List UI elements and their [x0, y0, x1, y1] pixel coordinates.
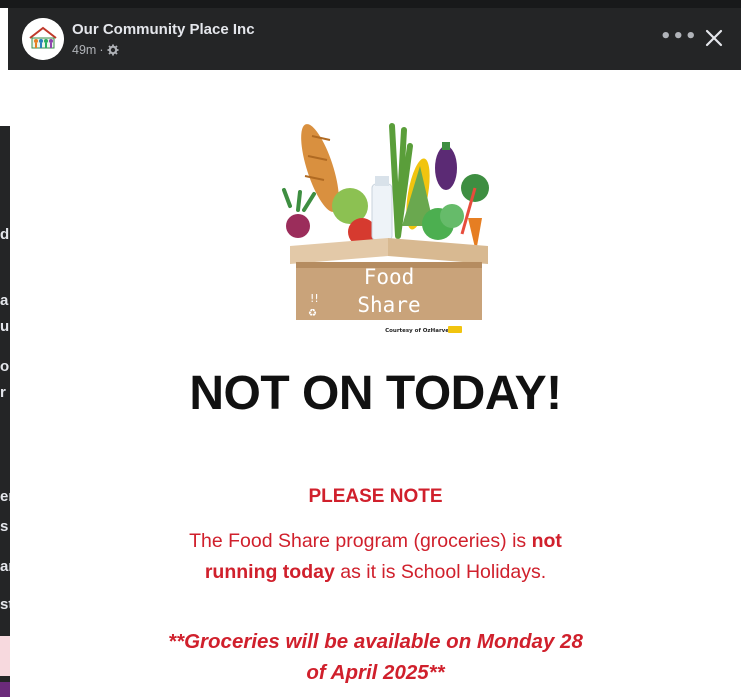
body-text-2: as it is School Holidays.: [334, 561, 547, 583]
logo-credit: Courtesy of OzHarvest: [385, 328, 455, 334]
gear-icon: [107, 44, 118, 56]
post-meta: 49m ·: [72, 43, 119, 57]
background-page-sliver: d a ul o r er s ar st: [0, 126, 10, 697]
bg-text: a: [0, 292, 9, 309]
bg-text: ul: [0, 318, 10, 335]
bg-text: er: [0, 488, 10, 505]
body-bold-running: running today: [204, 561, 335, 583]
availability-line-2: of April 2025**: [306, 661, 445, 684]
top-strip: [0, 0, 741, 8]
close-icon: [705, 29, 723, 47]
bg-purple-block: [0, 682, 10, 697]
grocery-box-icon: Food Share !! ♻ Courtesy of OzHarvest: [282, 123, 489, 334]
availability-line-1: **Groceries will be available on Monday …: [168, 630, 583, 653]
bg-text: r: [0, 384, 6, 401]
meta-separator: ·: [99, 43, 104, 57]
post-time[interactable]: 49m: [72, 43, 96, 57]
bg-pink-block: [0, 636, 10, 676]
bg-text: ar: [0, 558, 10, 575]
avatar[interactable]: [22, 18, 64, 60]
community-logo-icon: [22, 18, 64, 60]
notice-body: The Food Share program (groceries) is no…: [150, 526, 601, 588]
more-options-button[interactable]: •••: [660, 26, 697, 52]
headline: NOT ON TODAY!: [189, 367, 562, 420]
bg-text: o: [0, 358, 10, 375]
svg-text:♻: ♻: [308, 308, 317, 319]
body-text-1: The Food Share program (groceries) is: [189, 530, 532, 552]
author-name[interactable]: Our Community Place Inc: [72, 21, 255, 38]
logo-word-food: Food: [364, 265, 415, 289]
food-share-logo: Food Share !! ♻ Courtesy of OzHarvest: [270, 106, 506, 336]
close-button[interactable]: [700, 24, 728, 52]
more-horizontal-icon: •••: [660, 26, 698, 47]
note-title: PLEASE NOTE: [308, 486, 443, 507]
body-bold-not: not: [531, 530, 562, 552]
post-image[interactable]: Food Share !! ♻ Courtesy of OzHarvest NO…: [10, 70, 741, 697]
availability-notice: **Groceries will be available on Monday …: [130, 626, 621, 688]
logo-word-share: Share: [357, 293, 420, 317]
bg-text: st: [0, 596, 10, 613]
bg-text: s: [0, 518, 9, 535]
post-header: Our Community Place Inc 49m · •••: [8, 8, 741, 70]
bg-text: d: [0, 226, 10, 243]
svg-text:!!: !!: [310, 292, 319, 305]
